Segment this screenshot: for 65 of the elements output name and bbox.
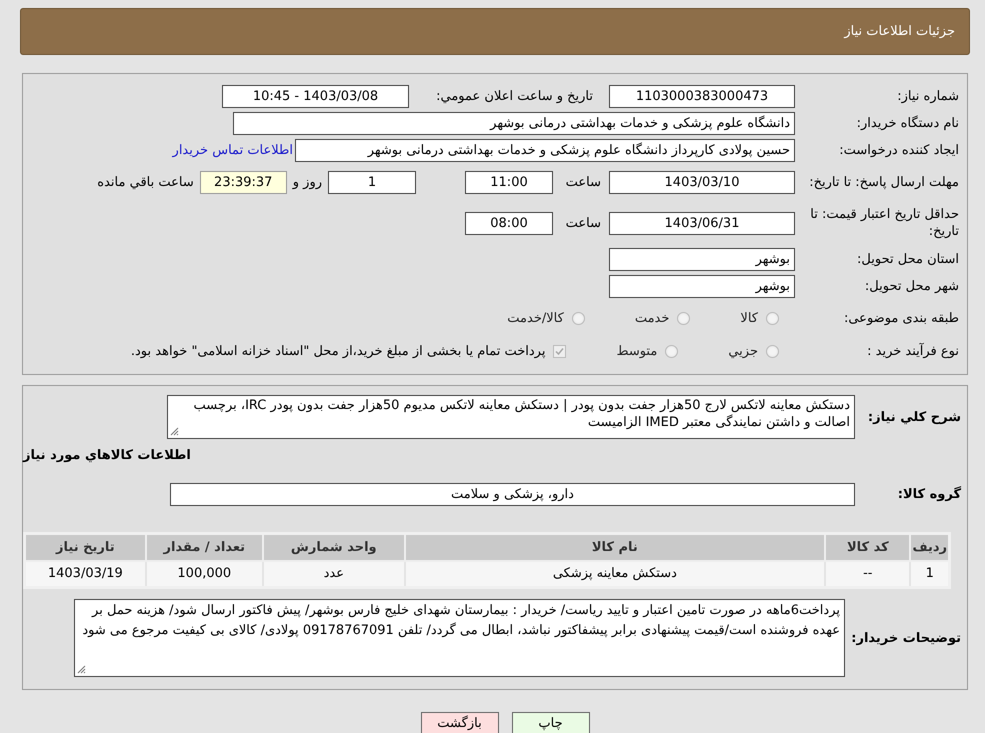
need-number-field: 1103000383000473 bbox=[609, 85, 795, 108]
validity-date-field: 1403/06/31 bbox=[609, 212, 795, 234]
summary-textarea[interactable]: دستکش معاینه لاتکس لارج 50هزار جفت بدون پودر | دستکش معاینه لاتکس مدیوم 50هزار جفت بدون پودر IRC، برچسب اصالت و داشتن نمایندگی معتبر IMED الزامیست bbox=[167, 395, 855, 439]
radio-button[interactable] bbox=[665, 344, 678, 358]
buyer-contact-link[interactable]: اطلاعات تماس خریدار bbox=[172, 143, 293, 158]
days-field: 1 bbox=[328, 170, 416, 194]
print-button[interactable]: چاپ bbox=[512, 712, 590, 733]
city-field: بوشهر bbox=[609, 275, 795, 298]
back-button[interactable]: بازگشت bbox=[420, 712, 498, 733]
resize-grip-icon[interactable] bbox=[77, 665, 86, 674]
field-label: تاريخ و ساعت اعلان عمومي: bbox=[435, 89, 593, 104]
table-cell: عدد bbox=[262, 560, 405, 588]
checkbox[interactable] bbox=[553, 344, 566, 358]
radio-button[interactable] bbox=[677, 312, 690, 324]
remaining-time-field: 23:39:37 bbox=[200, 170, 287, 194]
field-label: شماره نیاز: bbox=[896, 89, 960, 104]
table-cell: 1403/03/19 bbox=[24, 560, 146, 588]
table-cell: 100,000 bbox=[146, 560, 263, 588]
field-label: ساعت bbox=[564, 174, 601, 190]
field-label: نوع فرآیند خرید : bbox=[866, 344, 960, 358]
field-label: شرح کلي نیاز: bbox=[866, 410, 962, 424]
notes-textarea[interactable] bbox=[74, 599, 845, 677]
deadline-time-field: 11:00 bbox=[465, 170, 553, 194]
table-cell: 1 bbox=[910, 560, 950, 588]
field-label: ایجاد کننده درخواست: bbox=[838, 143, 960, 158]
column-header: تاریخ نیاز bbox=[24, 534, 146, 560]
column-header: تعداد / مقدار bbox=[146, 534, 263, 560]
field-label: روز و bbox=[292, 174, 322, 190]
radio-button[interactable] bbox=[766, 344, 779, 358]
deadline-date-field: 1403/03/10 bbox=[609, 170, 795, 194]
field-label: حداقل تاریخ اعتبار قیمت: تا تاریخ: bbox=[809, 206, 960, 240]
resize-grip-icon[interactable] bbox=[170, 427, 179, 436]
province-field: بوشهر bbox=[609, 248, 795, 271]
requester-field: حسین پولادی کارپرداز دانشگاه علوم پزشکی و خدمات بهداشتی درمانی بوشهر bbox=[295, 139, 795, 162]
field-label: طبقه بندی موضوعی: bbox=[842, 310, 960, 326]
radio-button[interactable] bbox=[572, 312, 585, 324]
radio-button[interactable] bbox=[766, 312, 779, 324]
group-field[interactable]: دارو، پزشکی و سلامت bbox=[170, 483, 855, 506]
option-label: کالا/خدمت bbox=[507, 310, 564, 326]
column-header: ردیف bbox=[910, 534, 950, 560]
table-cell: دستکش معاینه پزشکی bbox=[404, 560, 826, 588]
option-label: خدمت bbox=[634, 310, 670, 326]
section-heading: اطلاعات کالاهاي مورد نیاز bbox=[23, 448, 192, 463]
column-header: کد کالا bbox=[825, 534, 910, 560]
field-label: گروه کالا: bbox=[896, 487, 962, 502]
field-label: ساعت باقي مانده bbox=[97, 174, 194, 190]
summary-text: دستکش معاینه لاتکس لارج 50هزار جفت بدون پودر | دستکش معاینه لاتکس مدیوم 50هزار جفت بدون پودر IRC، برچسب اصالت و داشتن نمایندگی معتبر IMED الزامیست bbox=[194, 398, 850, 430]
field-label: مهلت ارسال پاسخ: تا تاریخ: bbox=[808, 174, 960, 190]
field-label: ساعت bbox=[564, 216, 601, 230]
buyer-org-field: دانشگاه علوم پزشکی و خدمات بهداشتی درمانی بوشهر bbox=[233, 112, 795, 135]
option-label: متوسط bbox=[616, 344, 658, 358]
notes-text: پرداخت6ماهه در صورت تامین اعتبار و تایید ریاست/ خریدار : بیمارستان شهدای خلیج فارس بوشهر/ پیش فاکتور ارسال شود/ هزینه حمل بر عهده فروشنده است/قیمت پیشنهادی برابر پیشفاکتور نباشد، ابطال می گردد/ تلفن 09178767091 پولادی/ کالای بی کیفیت مرجوع می شود bbox=[82, 603, 840, 638]
table-cell: -- bbox=[825, 560, 910, 588]
column-header: نام کالا bbox=[404, 534, 826, 560]
option-label: جزيي bbox=[728, 344, 758, 358]
field-label: استان محل تحویل: bbox=[856, 252, 960, 267]
payment-note: پرداخت تمام یا بخشی از مبلغ خرید،از محل "اسناد خزانه اسلامی" خواهد بود. bbox=[130, 344, 546, 358]
column-header: واحد شمارش bbox=[262, 534, 405, 560]
option-label: کالا bbox=[740, 310, 758, 326]
field-label: نام دستگاه خریدار: bbox=[856, 116, 960, 131]
validity-time-field: 08:00 bbox=[465, 212, 553, 234]
field-label: توضیحات خریدار: bbox=[850, 630, 962, 646]
field-label: شهر محل تحویل: bbox=[864, 279, 960, 294]
announce-date-field: 1403/03/08 - 10:45 bbox=[222, 85, 409, 108]
page-title: جزئیات اطلاعات نیاز bbox=[844, 24, 955, 39]
